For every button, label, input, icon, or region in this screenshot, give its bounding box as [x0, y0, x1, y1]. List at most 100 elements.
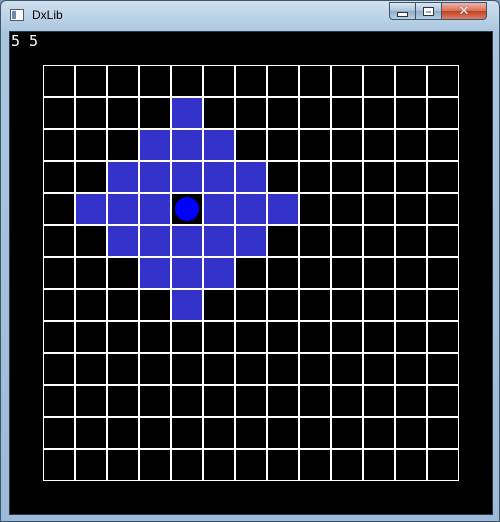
grid-cell[interactable] [395, 353, 427, 385]
close-button[interactable]: ✕ [441, 2, 487, 20]
grid-cell[interactable] [395, 193, 427, 225]
grid-cell[interactable] [171, 385, 203, 417]
grid-cell[interactable] [43, 257, 75, 289]
grid-cell[interactable] [299, 193, 331, 225]
reachable-cell[interactable] [235, 161, 267, 193]
grid-cell[interactable] [427, 449, 459, 481]
reachable-cell[interactable] [171, 289, 203, 321]
grid-cell[interactable] [331, 449, 363, 481]
grid-cell[interactable] [427, 353, 459, 385]
grid-cell[interactable] [267, 129, 299, 161]
grid-cell[interactable] [203, 385, 235, 417]
title-bar[interactable]: DxLib ✕ [1, 1, 499, 31]
grid-cell[interactable] [203, 321, 235, 353]
reachable-cell[interactable] [171, 161, 203, 193]
grid-cell[interactable] [43, 65, 75, 97]
grid-cell[interactable] [75, 257, 107, 289]
grid-cell[interactable] [427, 257, 459, 289]
grid-cell[interactable] [43, 449, 75, 481]
grid-cell[interactable] [139, 353, 171, 385]
grid-cell[interactable] [107, 65, 139, 97]
grid-cell[interactable] [363, 321, 395, 353]
grid-cell[interactable] [395, 97, 427, 129]
game-canvas[interactable]: 5 5 [9, 31, 493, 515]
grid-cell[interactable] [171, 417, 203, 449]
grid-cell[interactable] [139, 289, 171, 321]
grid-cell[interactable] [75, 225, 107, 257]
grid-cell[interactable] [171, 353, 203, 385]
maximize-button[interactable] [415, 2, 442, 20]
grid-cell[interactable] [107, 353, 139, 385]
grid-cell[interactable] [139, 385, 171, 417]
reachable-cell[interactable] [171, 129, 203, 161]
grid-cell[interactable] [331, 289, 363, 321]
grid-cell[interactable] [203, 353, 235, 385]
grid-cell[interactable] [363, 161, 395, 193]
grid-cell[interactable] [267, 417, 299, 449]
player-cell[interactable] [171, 193, 203, 225]
grid-cell[interactable] [427, 193, 459, 225]
grid-cell[interactable] [171, 321, 203, 353]
grid-cell[interactable] [331, 417, 363, 449]
grid-cell[interactable] [299, 289, 331, 321]
grid-cell[interactable] [267, 257, 299, 289]
grid-cell[interactable] [107, 257, 139, 289]
grid-cell[interactable] [331, 193, 363, 225]
grid-cell[interactable] [75, 417, 107, 449]
grid-cell[interactable] [267, 353, 299, 385]
grid-cell[interactable] [331, 65, 363, 97]
grid-cell[interactable] [299, 97, 331, 129]
grid-cell[interactable] [267, 385, 299, 417]
grid-cell[interactable] [43, 385, 75, 417]
grid-cell[interactable] [107, 129, 139, 161]
reachable-cell[interactable] [171, 97, 203, 129]
grid-cell[interactable] [331, 97, 363, 129]
grid-cell[interactable] [43, 225, 75, 257]
grid-cell[interactable] [267, 161, 299, 193]
reachable-cell[interactable] [203, 129, 235, 161]
grid-cell[interactable] [75, 353, 107, 385]
grid-cell[interactable] [363, 225, 395, 257]
grid-cell[interactable] [203, 65, 235, 97]
grid-cell[interactable] [139, 65, 171, 97]
reachable-cell[interactable] [107, 225, 139, 257]
grid-cell[interactable] [235, 385, 267, 417]
reachable-cell[interactable] [107, 193, 139, 225]
reachable-cell[interactable] [139, 129, 171, 161]
grid-cell[interactable] [331, 385, 363, 417]
grid-cell[interactable] [395, 161, 427, 193]
grid-cell[interactable] [235, 353, 267, 385]
grid-cell[interactable] [395, 385, 427, 417]
grid-cell[interactable] [427, 129, 459, 161]
grid-cell[interactable] [331, 321, 363, 353]
grid-cell[interactable] [267, 65, 299, 97]
reachable-cell[interactable] [267, 193, 299, 225]
grid-cell[interactable] [299, 417, 331, 449]
grid-cell[interactable] [363, 417, 395, 449]
grid-cell[interactable] [235, 97, 267, 129]
grid-cell[interactable] [267, 449, 299, 481]
grid-cell[interactable] [235, 65, 267, 97]
grid-cell[interactable] [75, 65, 107, 97]
grid-cell[interactable] [43, 161, 75, 193]
grid-cell[interactable] [267, 97, 299, 129]
grid-cell[interactable] [235, 449, 267, 481]
grid-cell[interactable] [75, 321, 107, 353]
grid-cell[interactable] [139, 449, 171, 481]
grid-cell[interactable] [75, 97, 107, 129]
reachable-cell[interactable] [203, 161, 235, 193]
grid-cell[interactable] [299, 65, 331, 97]
player-token[interactable] [175, 197, 199, 221]
grid-cell[interactable] [363, 97, 395, 129]
grid-cell[interactable] [43, 417, 75, 449]
grid-cell[interactable] [427, 225, 459, 257]
grid-cell[interactable] [395, 449, 427, 481]
reachable-cell[interactable] [75, 193, 107, 225]
reachable-cell[interactable] [171, 257, 203, 289]
reachable-cell[interactable] [107, 161, 139, 193]
reachable-cell[interactable] [203, 225, 235, 257]
grid-cell[interactable] [395, 129, 427, 161]
grid-cell[interactable] [395, 289, 427, 321]
reachable-cell[interactable] [171, 225, 203, 257]
reachable-cell[interactable] [139, 193, 171, 225]
